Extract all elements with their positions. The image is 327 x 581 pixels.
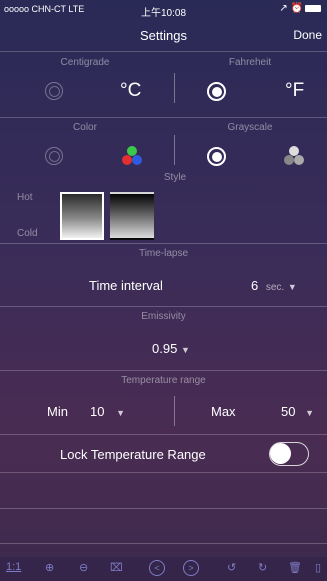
actual-size-button[interactable]: 1:1	[6, 561, 21, 573]
previous-icon[interactable]: <	[149, 560, 165, 576]
fahrenheit-symbol[interactable]: °F	[285, 80, 304, 102]
style-swatch-black-hot[interactable]	[110, 192, 154, 240]
battery-icon	[305, 4, 321, 12]
divider	[0, 370, 327, 371]
undo-icon[interactable]: ↺	[227, 561, 236, 574]
page-title: Settings	[140, 28, 187, 43]
divider	[0, 472, 327, 473]
divider	[0, 434, 327, 435]
hot-label: Hot	[17, 192, 33, 203]
zoom-in-icon[interactable]: ⊕	[45, 561, 54, 574]
redo-icon[interactable]: ↻	[258, 561, 267, 574]
chevron-down-icon: ▼	[287, 282, 297, 292]
done-button[interactable]: Done	[293, 28, 322, 42]
next-icon[interactable]: >	[183, 560, 199, 576]
palette-divider	[174, 135, 175, 165]
time-interval-label: Time interval	[89, 278, 163, 293]
toggle-knob	[270, 443, 291, 464]
grayscale-palette-icon[interactable]	[282, 144, 306, 168]
chevron-down-icon: ▼	[180, 345, 190, 355]
color-palette-icon[interactable]	[120, 144, 144, 168]
time-interval-value: 6	[251, 278, 259, 293]
color-radio[interactable]	[45, 147, 63, 165]
max-value: 50	[281, 404, 296, 419]
style-swatch-white-hot[interactable]	[60, 192, 104, 240]
more-icon[interactable]: ▯	[315, 561, 321, 574]
time-interval-dropdown[interactable]: 6 sec. ▼	[251, 278, 297, 293]
max-label: Max	[211, 404, 236, 419]
grayscale-radio[interactable]	[207, 147, 226, 166]
color-label: Color	[73, 122, 97, 133]
range-divider	[174, 396, 175, 426]
nav-bar: Settings Done	[0, 20, 327, 50]
unit-divider	[174, 73, 175, 103]
divider	[0, 543, 327, 544]
cold-label: Cold	[17, 228, 38, 239]
temperature-range-label: Temperature range	[121, 375, 206, 386]
status-bar: ooooo CHN-CT LTE 上午10:08 ↗ ⏰	[0, 0, 327, 20]
bottom-toolbar: 1:1 ⊕ ⊖ ⌧ < > ↺ ↻ 🗑 ▯	[0, 557, 327, 581]
status-indicator-icons: ↗ ⏰	[279, 3, 303, 14]
emissivity-value: 0.95	[152, 341, 178, 356]
min-value: 10	[90, 404, 105, 419]
zoom-out-icon[interactable]: ⊖	[79, 561, 88, 574]
emissivity-label: Emissivity	[141, 311, 186, 322]
status-icons: ↗ ⏰	[279, 3, 321, 14]
time-interval-unit: sec.	[265, 282, 285, 293]
max-dropdown[interactable]: 50 ▼	[281, 404, 314, 419]
fahrenheit-radio[interactable]	[207, 82, 226, 101]
chevron-down-icon: ▼	[116, 408, 126, 418]
emissivity-dropdown[interactable]: 0.95 ▼	[152, 341, 190, 356]
centigrade-label: Centigrade	[60, 57, 110, 68]
trash-icon[interactable]: 🗑	[288, 561, 302, 574]
divider	[0, 117, 327, 118]
lock-temperature-range-toggle[interactable]	[269, 442, 309, 466]
divider	[0, 243, 327, 244]
fahrenheit-label: Fahreheit	[228, 57, 272, 68]
min-label: Min	[47, 404, 68, 419]
celsius-symbol[interactable]: °C	[120, 80, 141, 102]
bookmark-icon[interactable]: ⌧	[110, 561, 123, 574]
lock-temperature-range-label: Lock Temperature Range	[60, 447, 206, 462]
divider	[0, 306, 327, 307]
min-dropdown[interactable]: 10 ▼	[90, 404, 125, 419]
centigrade-radio[interactable]	[45, 82, 63, 100]
divider	[0, 508, 327, 509]
clock: 上午10:08	[140, 8, 187, 19]
chevron-down-icon: ▼	[305, 408, 315, 418]
timelapse-label: Time-lapse	[138, 248, 189, 259]
grayscale-label: Grayscale	[227, 122, 273, 133]
divider	[0, 51, 327, 52]
style-label: Style	[163, 172, 187, 183]
